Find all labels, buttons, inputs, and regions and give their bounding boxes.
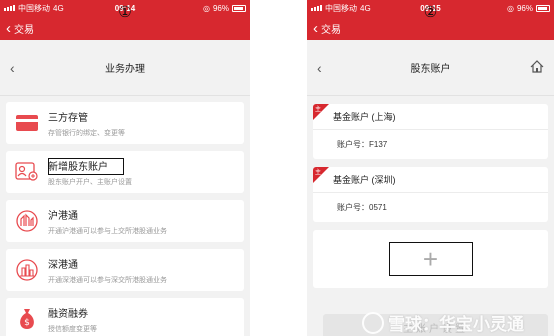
back-arrow-icon[interactable]: ‹	[10, 60, 15, 76]
primary-corner-label: 主	[315, 170, 322, 176]
page-titlebar: ‹ 业务办理	[0, 40, 250, 96]
menu-item-new-shareholder-account[interactable]: 新增股东账户 股东账户开户、主账户设置	[6, 151, 244, 193]
bank-card-icon	[14, 110, 40, 136]
phone-screen-right: 中国移动 4G 09:15 ◎ 96% ‹ 交易 ② ‹ 股东账户 主 基金账户…	[307, 0, 554, 336]
back-label[interactable]: 交易	[14, 21, 34, 36]
add-account-button[interactable]: +	[388, 242, 473, 276]
account-name: 基金账户 (上海)	[333, 112, 396, 122]
account-number-label: 账户号：	[337, 140, 369, 149]
menu-item-title: 融资融券	[48, 308, 88, 320]
page-title: 股东账户	[410, 64, 451, 75]
hk-shenzhen-icon	[14, 257, 40, 283]
primary-corner-label: 主	[315, 107, 322, 113]
account-name: 基金账户 (深圳)	[333, 175, 396, 185]
back-arrow-icon[interactable]: ‹	[317, 60, 322, 76]
menu-item-desc: 股东账户开户、主账户设置	[48, 178, 132, 186]
back-label[interactable]: 交易	[321, 21, 341, 36]
battery-icon	[232, 4, 246, 12]
app-header: ‹ 交易 ②	[307, 4, 554, 40]
account-number: 0571	[369, 203, 387, 212]
menu-item-desc: 授信额度变更等	[48, 325, 97, 333]
menu-item-shanghai-hk-connect[interactable]: 沪港通 开通沪港通可以参与上交所港股通业务	[6, 200, 244, 242]
menu-item-desc: 开通深港通可以参与深交所港股通业务	[48, 276, 167, 284]
add-account-card: +	[313, 230, 548, 288]
menu-item-title: 深港通	[48, 259, 78, 271]
app-header: ‹ 交易 ①	[0, 4, 250, 40]
hk-shanghai-icon	[14, 208, 40, 234]
account-number-label: 账户号：	[337, 203, 369, 212]
clock: 09:15	[420, 3, 441, 13]
watermark-text: 雪球：华宝小灵通	[388, 315, 524, 334]
menu-item-third-party-custody[interactable]: 三方存管 存管银行的绑定、变更等	[6, 102, 244, 144]
annotation-highlight-box	[48, 158, 124, 175]
phone-screen-left: 中国移动 4G 09:14 ◎ 96% ‹ 交易 ① ‹ 业务办理 三方存管 存…	[0, 0, 250, 336]
account-card-shanghai[interactable]: 主 基金账户 (上海) 账户号： F137	[313, 104, 548, 159]
account-card-shenzhen[interactable]: 主 基金账户 (深圳) 账户号： 0571	[313, 167, 548, 222]
account-number: F137	[369, 140, 388, 149]
menu-item-title: 沪港通	[48, 210, 78, 222]
home-icon[interactable]	[530, 60, 544, 76]
watermark: 雪球：华宝小灵通	[362, 310, 524, 335]
id-card-icon	[14, 159, 40, 185]
money-bag-icon: $	[14, 306, 40, 332]
clock: 09:14	[114, 3, 136, 13]
svg-text:$: $	[24, 318, 30, 328]
menu-item-margin-trading[interactable]: $ 融资融券 授信额度变更等	[6, 298, 244, 336]
status-bar: 中国移动 4G 09:14 ◎ 96%	[0, 0, 250, 16]
back-chevron-icon[interactable]: ‹	[313, 21, 318, 36]
menu-item-desc: 开通沪港通可以参与上交所港股通业务	[48, 227, 167, 235]
page-titlebar: ‹ 股东账户	[307, 40, 554, 96]
menu-item-title: 三方存管	[48, 112, 88, 124]
menu-item-shenzhen-hk-connect[interactable]: 深港通 开通深港通可以参与深交所港股通业务	[6, 249, 244, 291]
menu-item-desc: 存管银行的绑定、变更等	[48, 129, 125, 137]
page-title: 业务办理	[105, 64, 145, 75]
snowball-logo-icon	[362, 311, 384, 334]
battery-icon	[536, 4, 550, 12]
back-chevron-icon[interactable]: ‹	[6, 21, 11, 36]
status-bar: 中国移动 4G 09:15 ◎ 96%	[307, 0, 554, 16]
business-menu: 三方存管 存管银行的绑定、变更等 新增股东账户 股东账户开户、主账户设置 沪港通…	[0, 96, 250, 336]
